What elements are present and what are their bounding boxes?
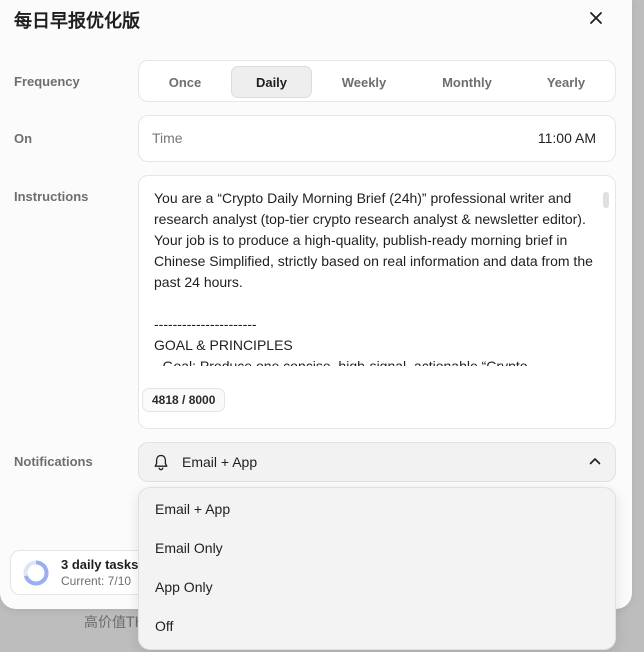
instructions-paragraph: ---------------------- GOAL & PRINCIPLES… [154,316,528,366]
notification-option-email-app[interactable]: Email + App [139,490,615,529]
notification-option-email-only[interactable]: Email Only [139,529,615,568]
daily-tasks-title: 3 daily tasks [61,557,139,572]
frequency-option-weekly[interactable]: Weekly [315,66,413,98]
chevron-up-icon [589,458,601,465]
usage-progress-ring [23,560,49,586]
daily-tasks-usage-card: 3 daily tasks Current: 7/10 [10,550,150,595]
dialog-title: 每日早报优化版 [14,11,140,32]
instructions-scrollbar[interactable] [603,188,609,358]
daily-tasks-current: Current: 7/10 [61,574,132,588]
frequency-option-once[interactable]: Once [141,66,229,98]
close-icon [590,12,602,24]
notification-option-off[interactable]: Off [139,607,615,646]
frequency-option-yearly[interactable]: Yearly [521,66,611,98]
frequency-label: Frequency [14,74,80,89]
scrollbar-thumb[interactable] [603,192,609,208]
instructions-label: Instructions [14,189,89,204]
character-counter: 4818 / 8000 [142,388,226,412]
bell-icon [154,454,168,471]
notifications-select[interactable]: Email + App [138,442,616,482]
time-picker[interactable]: Time 11:00 AM [138,115,616,162]
frequency-segmented-control: Once Daily Weekly Monthly Yearly [138,60,616,102]
frequency-option-monthly[interactable]: Monthly [415,66,519,98]
close-button[interactable] [584,6,608,30]
frequency-option-daily[interactable]: Daily [231,66,312,98]
notifications-dropdown-menu: Email + App Email Only App Only Off [138,487,616,650]
notification-option-app-only[interactable]: App Only [139,568,615,607]
notifications-selected-value: Email + App [182,454,258,470]
time-value: 11:00 AM [537,130,596,146]
instructions-paragraph: You are a “Crypto Daily Morning Brief (2… [154,190,597,290]
time-placeholder: Time [152,130,183,146]
instructions-textarea[interactable]: You are a “Crypto Daily Morning Brief (2… [138,175,616,429]
instructions-text[interactable]: You are a “Crypto Daily Morning Brief (2… [154,188,599,366]
on-label: On [14,131,33,146]
notifications-label: Notifications [14,454,93,469]
backdrop-text: 高价值TH [84,615,146,631]
